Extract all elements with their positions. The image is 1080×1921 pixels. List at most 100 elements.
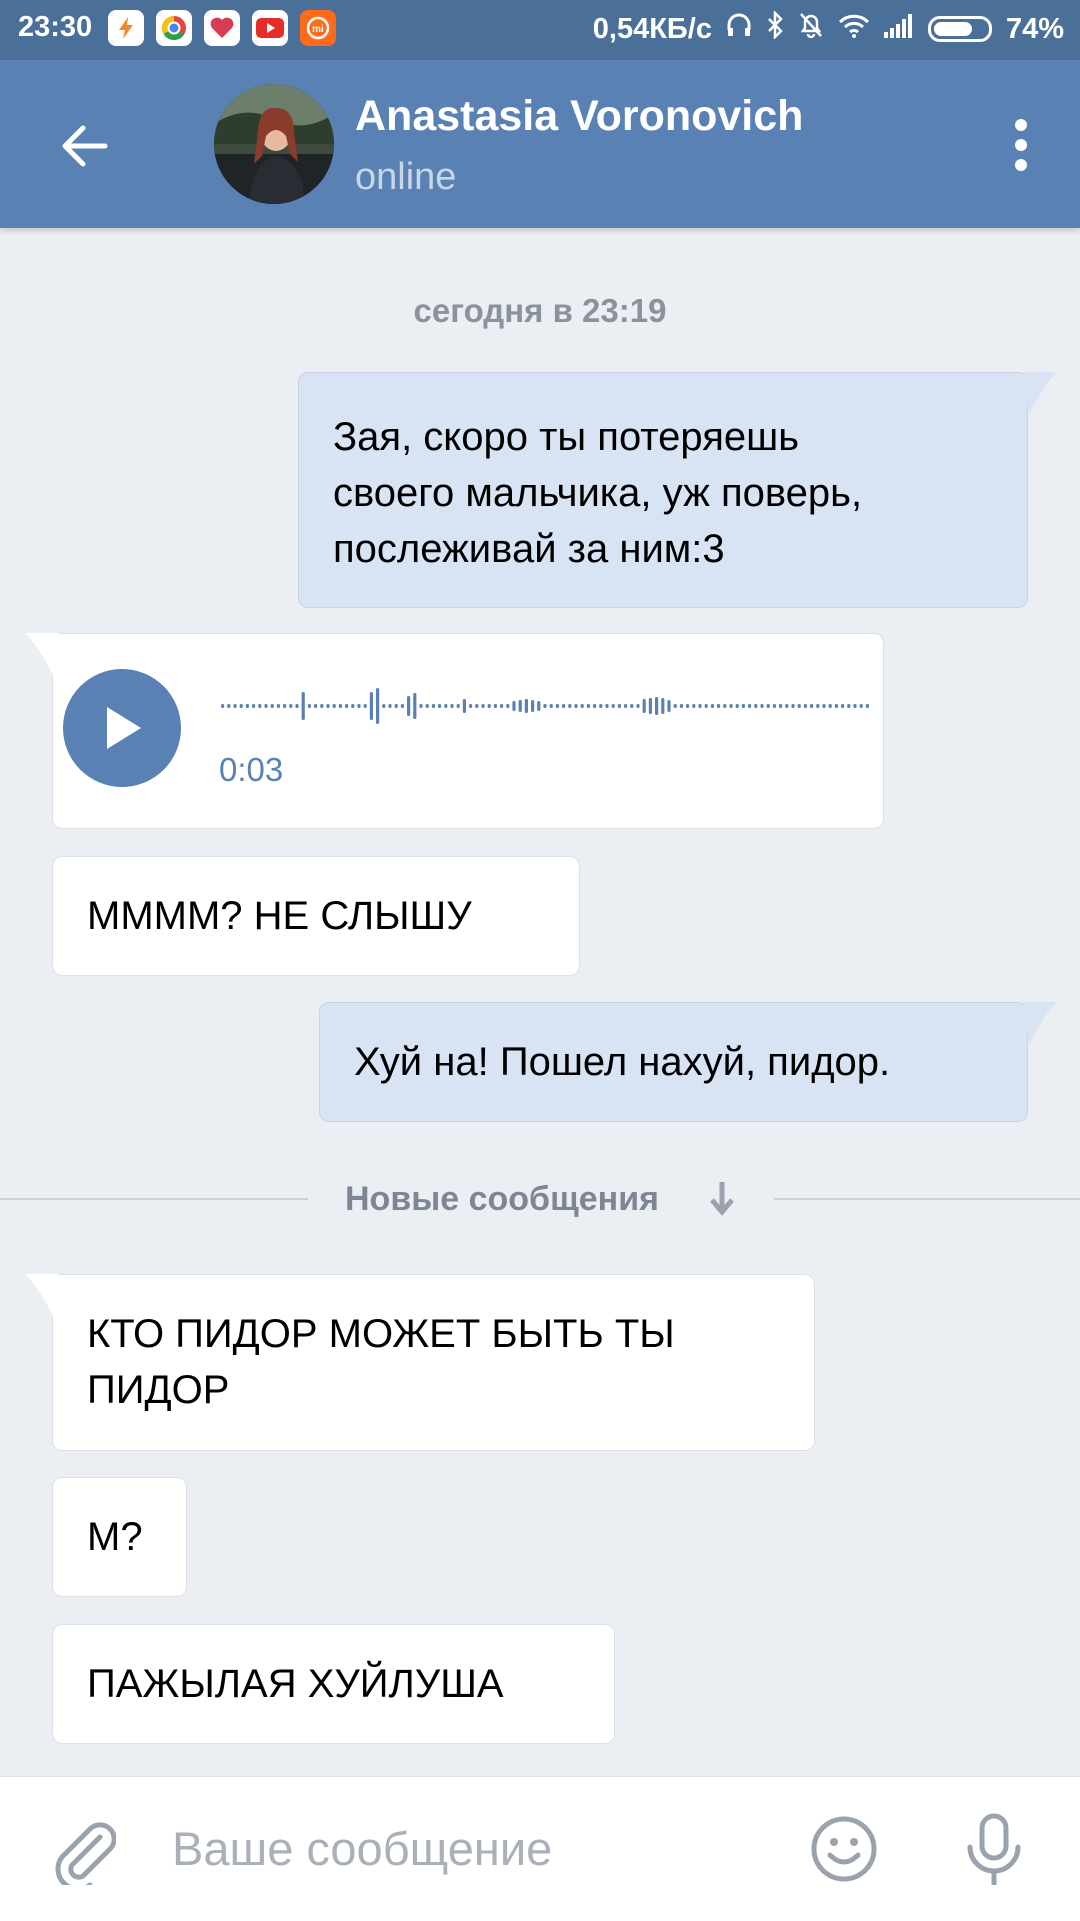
voice-message[interactable]: 0:03 <box>25 633 884 829</box>
waveform-bar <box>810 704 814 708</box>
waveform-bar <box>741 704 745 708</box>
message-input[interactable]: Ваше сообщение <box>172 1821 552 1876</box>
contact-name[interactable]: Anastasia Voronovich <box>355 92 803 141</box>
message-line: М? <box>87 1515 143 1559</box>
message-line: Зая, скоро ты потеряешь <box>333 415 800 459</box>
waveform-bar <box>227 704 231 708</box>
waveform-bar <box>320 704 324 708</box>
waveform-bar <box>469 704 473 708</box>
waveform-bar <box>245 704 249 708</box>
voice-duration: 0:03 <box>219 751 284 788</box>
contact-status: online <box>355 156 457 198</box>
waveform-bar <box>834 704 838 708</box>
bubble-tail <box>25 633 59 675</box>
divider <box>0 1198 308 1200</box>
message-bubble-incoming[interactable]: ПАЖЫЛАЯ ХУЙЛУША <box>52 1624 615 1744</box>
waveform-bar <box>679 704 683 708</box>
attach-button[interactable] <box>52 1815 117 1892</box>
waveform-bar <box>351 704 355 708</box>
waveform-bar <box>419 704 423 708</box>
youtube-icon <box>252 10 288 46</box>
waveform-bar <box>717 704 721 708</box>
status-bar: 23:30 mi 0,54КБ/с 74% <box>0 0 1080 60</box>
waveform-bar <box>735 704 739 708</box>
waveform-bar <box>431 704 435 708</box>
message-bubble-incoming[interactable]: М? <box>52 1477 187 1597</box>
waveform-bar <box>636 704 640 708</box>
waveform-bar <box>524 699 528 713</box>
more-button[interactable] <box>1014 118 1028 172</box>
svg-text:mi: mi <box>312 24 324 35</box>
waveform-bar <box>748 704 752 708</box>
waveform-bar <box>692 704 696 708</box>
paperclip-icon <box>55 1822 117 1892</box>
status-right: 0,54КБ/с 74% <box>592 9 1064 47</box>
chat-header: Anastasia Voronovich online <box>0 60 1080 228</box>
message-line: КТО ПИДОР МОЖЕТ БЫТЬ ТЫ <box>87 1312 675 1356</box>
message-line: ПИДОР <box>87 1368 230 1412</box>
waveform-bar <box>444 704 448 708</box>
waveform-bar <box>500 704 504 708</box>
waveform-bar <box>568 704 572 708</box>
waveform-bar <box>462 699 466 713</box>
notification-icons: mi <box>108 10 336 46</box>
waveform-bar <box>345 704 349 708</box>
mi-icon: mi <box>300 10 336 46</box>
waveform-bar <box>543 704 547 708</box>
waveform-bar <box>264 704 268 708</box>
waveform-bar <box>797 704 801 708</box>
message-line: своего мальчика, уж поверь, <box>333 471 863 515</box>
waveform-bar <box>574 704 578 708</box>
voice-record-button[interactable] <box>964 1813 1024 1894</box>
waveform-bar <box>357 704 361 708</box>
waveform-bar <box>438 704 442 708</box>
waveform-bar <box>425 704 429 708</box>
play-button[interactable] <box>63 669 181 787</box>
waveform-bar <box>493 704 497 708</box>
new-messages-label: Новые сообщения <box>345 1180 659 1218</box>
waveform-bar <box>710 704 714 708</box>
waveform[interactable] <box>219 682 871 730</box>
waveform-bar <box>369 692 373 720</box>
waveform-bar <box>531 700 535 712</box>
waveform-bar <box>239 704 243 708</box>
message-bubble-incoming[interactable]: ММММ? НЕ СЛЫШУ <box>52 856 580 976</box>
waveform-bar <box>307 704 311 708</box>
waveform-bar <box>822 704 826 708</box>
waveform-bar <box>376 688 380 724</box>
arrow-left-icon <box>62 125 108 167</box>
avatar[interactable] <box>214 84 334 204</box>
waveform-bar <box>754 704 758 708</box>
signal-icon <box>883 13 914 46</box>
waveform-bar <box>276 704 280 708</box>
waveform-bar <box>791 704 795 708</box>
waveform-bar <box>283 704 287 708</box>
waveform-bar <box>766 704 770 708</box>
date-separator: сегодня в 23:19 <box>413 292 667 329</box>
back-button[interactable] <box>55 116 115 176</box>
emoji-button[interactable] <box>810 1815 878 1888</box>
waveform-bar <box>338 704 342 708</box>
bubble-tail <box>25 1274 59 1316</box>
waveform-bar <box>295 704 299 708</box>
bluetooth-icon <box>766 9 784 47</box>
smiley-icon <box>811 1816 877 1882</box>
message-composer: Ваше сообщение <box>0 1776 1080 1921</box>
waveform-bar <box>642 699 646 713</box>
message-line: ПАЖЫЛАЯ ХУЙЛУША <box>87 1662 504 1706</box>
waveform-bar <box>667 700 671 712</box>
message-bubble-incoming[interactable]: КТО ПИДОР МОЖЕТ БЫТЬ ТЫ ПИДОР <box>25 1274 815 1451</box>
waveform-bar <box>555 704 559 708</box>
message-bubble-outgoing[interactable]: Зая, скоро ты потеряешь своего мальчика,… <box>298 372 1057 608</box>
waveform-bar <box>661 698 665 714</box>
heart-app-icon <box>204 10 240 46</box>
network-speed: 0,54КБ/с <box>592 12 712 45</box>
waveform-bar <box>270 704 274 708</box>
waveform-bar <box>332 704 336 708</box>
waveform-bar <box>562 704 566 708</box>
waveform-bar <box>258 704 262 708</box>
waveform-bar <box>586 704 590 708</box>
waveform-bar <box>847 704 851 708</box>
waveform-bar <box>363 704 367 708</box>
message-bubble-outgoing[interactable]: Хуй на! Пошел нахуй, пидор. <box>319 1002 1057 1122</box>
